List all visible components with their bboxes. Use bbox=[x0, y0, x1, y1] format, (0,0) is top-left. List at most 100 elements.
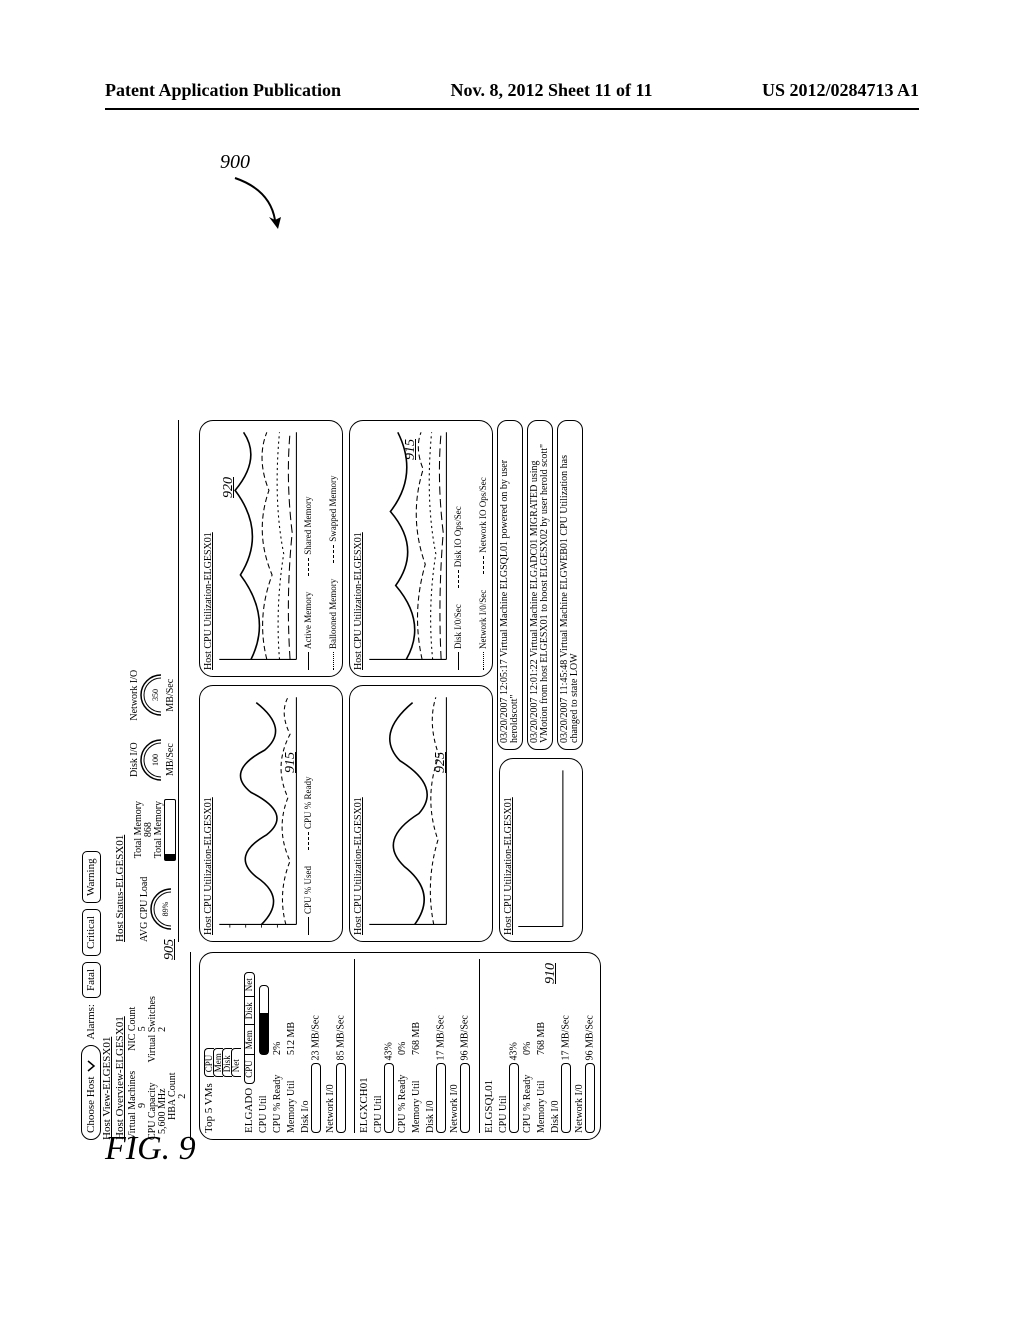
overview-row: Host Overview-ELGESX01 Virtual Machines9… bbox=[115, 420, 193, 1140]
tab-net[interactable]: Net bbox=[231, 1048, 241, 1077]
mini-bar bbox=[460, 1063, 470, 1133]
vm-cpu-ready: 2% bbox=[272, 1042, 283, 1055]
vm-cpu-util: 43% bbox=[508, 1042, 519, 1060]
chart-legend: Disk I/0/Sec Disk IO Ops/Sec Network I/0… bbox=[454, 427, 488, 670]
vm-mem: 768 MB bbox=[411, 1022, 422, 1055]
vm-net: 96 MB/Sec bbox=[585, 1015, 596, 1060]
chart-title: Host CPU Utilization-ELGESX01 bbox=[354, 692, 364, 935]
event-row: 03/20/2007 12:05:17 Virtual Machine ELGS… bbox=[497, 420, 523, 750]
host-status: AVG CPU Load 89% Total Memory 868 Total … bbox=[128, 420, 179, 942]
header-rule bbox=[105, 108, 919, 110]
top5-sort-tabs[interactable]: CPU Mem Disk Net bbox=[204, 1048, 240, 1077]
topbar: Choose Host Alarms: Fatal Critical Warni… bbox=[80, 420, 102, 1140]
dashboard-rotated: Choose Host Alarms: Fatal Critical Warni… bbox=[80, 420, 1024, 1140]
vm-disk: 17 MB/Sec bbox=[435, 1015, 446, 1060]
ov-hba-value: 2 bbox=[177, 1094, 188, 1099]
chart-title: Host CPU Utilization-ELGESX01 bbox=[204, 427, 214, 670]
mini-bar bbox=[311, 1063, 321, 1133]
gauge-icon: 100 bbox=[140, 737, 163, 783]
header-center: Nov. 8, 2012 Sheet 11 of 11 bbox=[450, 80, 652, 101]
line-chart-icon bbox=[214, 427, 307, 670]
vm-cpu-ready: 0% bbox=[522, 1042, 533, 1055]
callout-910: 910 bbox=[544, 963, 558, 984]
mini-bar bbox=[384, 1063, 394, 1133]
memory-bar bbox=[164, 799, 176, 861]
vm-cpu-util: 43% bbox=[383, 1042, 394, 1060]
mini-bar bbox=[509, 1063, 519, 1133]
vm-disk: 17 MB/Sec bbox=[560, 1015, 571, 1060]
host-view-title: Host View-ELGESX01 bbox=[102, 420, 113, 1140]
host-status-title: Host Status-ELGESX01 bbox=[115, 420, 126, 942]
hs-avgcpu-label: AVG CPU Load bbox=[139, 877, 150, 942]
page-header: Patent Application Publication Nov. 8, 2… bbox=[105, 80, 919, 101]
vm-tabs[interactable]: CPU Mem Disk Net bbox=[244, 972, 255, 1084]
header-left: Patent Application Publication bbox=[105, 80, 341, 101]
chart-legend: Active Memory Shared Memory Ballooned Me… bbox=[304, 427, 338, 670]
mini-bar bbox=[336, 1063, 346, 1133]
svg-text:89%: 89% bbox=[161, 902, 170, 917]
vm-mem: 768 MB bbox=[536, 1022, 547, 1055]
hs-disk-unit: MB/Sec bbox=[165, 743, 176, 776]
chart-io: Host CPU Utilization-ELGESX01 915 Disk I… bbox=[349, 420, 493, 677]
figure-callout-900: 900 bbox=[180, 150, 300, 230]
gauge-icon: 350 bbox=[140, 672, 163, 718]
chart-title: Host CPU Utilization-ELGESX01 bbox=[354, 427, 364, 670]
host-overview-title: Host Overview-ELGESX01 bbox=[115, 952, 126, 1140]
page: Patent Application Publication Nov. 8, 2… bbox=[0, 0, 1024, 1320]
hs-disk-label: Disk I/O bbox=[129, 742, 140, 777]
callout-900-text: 900 bbox=[220, 151, 250, 173]
host-overview: Virtual Machines9 NIC Count5 CPU Capacit… bbox=[128, 952, 191, 1140]
event-row: 03/20/2007 12:01:22 Virtual Machine ELGA… bbox=[527, 420, 553, 750]
vm-net: 96 MB/Sec bbox=[460, 1015, 471, 1060]
vm-name: ELGXCH01 bbox=[358, 1077, 370, 1133]
top5-card: Top 5 VMs CPU Mem Disk Net ELGADO bbox=[199, 952, 601, 1140]
events-panel: 03/20/2007 12:05:17 Virtual Machine ELGS… bbox=[493, 420, 583, 750]
callout-915b: 915 bbox=[404, 439, 418, 460]
choose-host-label: Choose Host bbox=[86, 1076, 97, 1133]
vm-name: ELGADO bbox=[244, 1088, 255, 1133]
mini-bar bbox=[436, 1063, 446, 1133]
event-row: 03/20/2007 11:45:48 Virtual Machine ELGW… bbox=[557, 420, 583, 750]
chart-small: Host CPU Utilization-ELGESX01 bbox=[499, 758, 583, 942]
header-right: US 2012/0284713 A1 bbox=[762, 80, 919, 101]
callout-920: 920 bbox=[222, 477, 236, 498]
alarm-fatal-button[interactable]: Fatal bbox=[82, 962, 101, 998]
gauge-icon: 89% bbox=[150, 886, 173, 932]
vm-disk: 23 MB/Sec bbox=[311, 1015, 322, 1060]
vm-cpu-ready: 0% bbox=[397, 1042, 408, 1055]
hs-net-unit: MB/Sec bbox=[165, 679, 176, 712]
chart-cpu2: Host CPU Utilization-ELGESX01 925 bbox=[349, 685, 493, 942]
callout-915: 915 bbox=[284, 752, 298, 773]
vm-mem: 512 MB bbox=[286, 1022, 297, 1055]
callout-925: 925 bbox=[434, 752, 448, 773]
top5-title: Top 5 VMs bbox=[204, 1083, 215, 1133]
vm-row: ELGXCH01 CPU Util 43% CPU % Ready0% Memo… bbox=[354, 959, 471, 1133]
vm-row: ELGSQL01 CPU Util 43% CPU % Ready0% Memo… bbox=[479, 959, 596, 1133]
choose-host-dropdown[interactable]: Choose Host bbox=[81, 1045, 101, 1140]
callout-905: 905 bbox=[163, 939, 177, 960]
chart-memory: Host CPU Utilization-ELGESX01 920 Active… bbox=[199, 420, 343, 677]
line-chart-icon bbox=[214, 692, 307, 935]
chart-title: Host CPU Utilization-ELGESX01 bbox=[204, 692, 214, 935]
hs-mem-label2: Total Memory bbox=[153, 801, 164, 858]
alarm-warning-button[interactable]: Warning bbox=[82, 851, 101, 903]
svg-text:100: 100 bbox=[151, 754, 160, 766]
vm-net: 85 MB/Sec bbox=[335, 1015, 346, 1060]
body-row: Top 5 VMs CPU Mem Disk Net ELGADO bbox=[193, 420, 601, 1140]
mini-bar bbox=[561, 1063, 571, 1133]
alarms-label: Alarms: bbox=[86, 1004, 97, 1039]
alarm-critical-button[interactable]: Critical bbox=[82, 909, 101, 956]
svg-text:350: 350 bbox=[151, 689, 160, 701]
chart-title: Host CPU Utilization-ELGESX01 bbox=[504, 765, 514, 935]
chart-cpu1: Host CPU Utilization-ELGESX01 915 CPU % … bbox=[199, 685, 343, 942]
mini-bar bbox=[259, 985, 269, 1055]
line-chart-icon bbox=[364, 692, 457, 935]
mini-bar bbox=[585, 1063, 595, 1133]
line-chart-icon bbox=[364, 427, 457, 670]
vm-row: ELGADO CPU Mem Disk Net CPU Util CPU % R… bbox=[244, 959, 346, 1133]
hs-net-label: Network I/O bbox=[129, 670, 140, 721]
line-chart-icon bbox=[514, 765, 569, 935]
ov-vsw-value: 2 bbox=[157, 1027, 168, 1032]
vm-name: ELGSQL01 bbox=[483, 1080, 495, 1133]
chevron-down-icon bbox=[85, 1060, 97, 1072]
